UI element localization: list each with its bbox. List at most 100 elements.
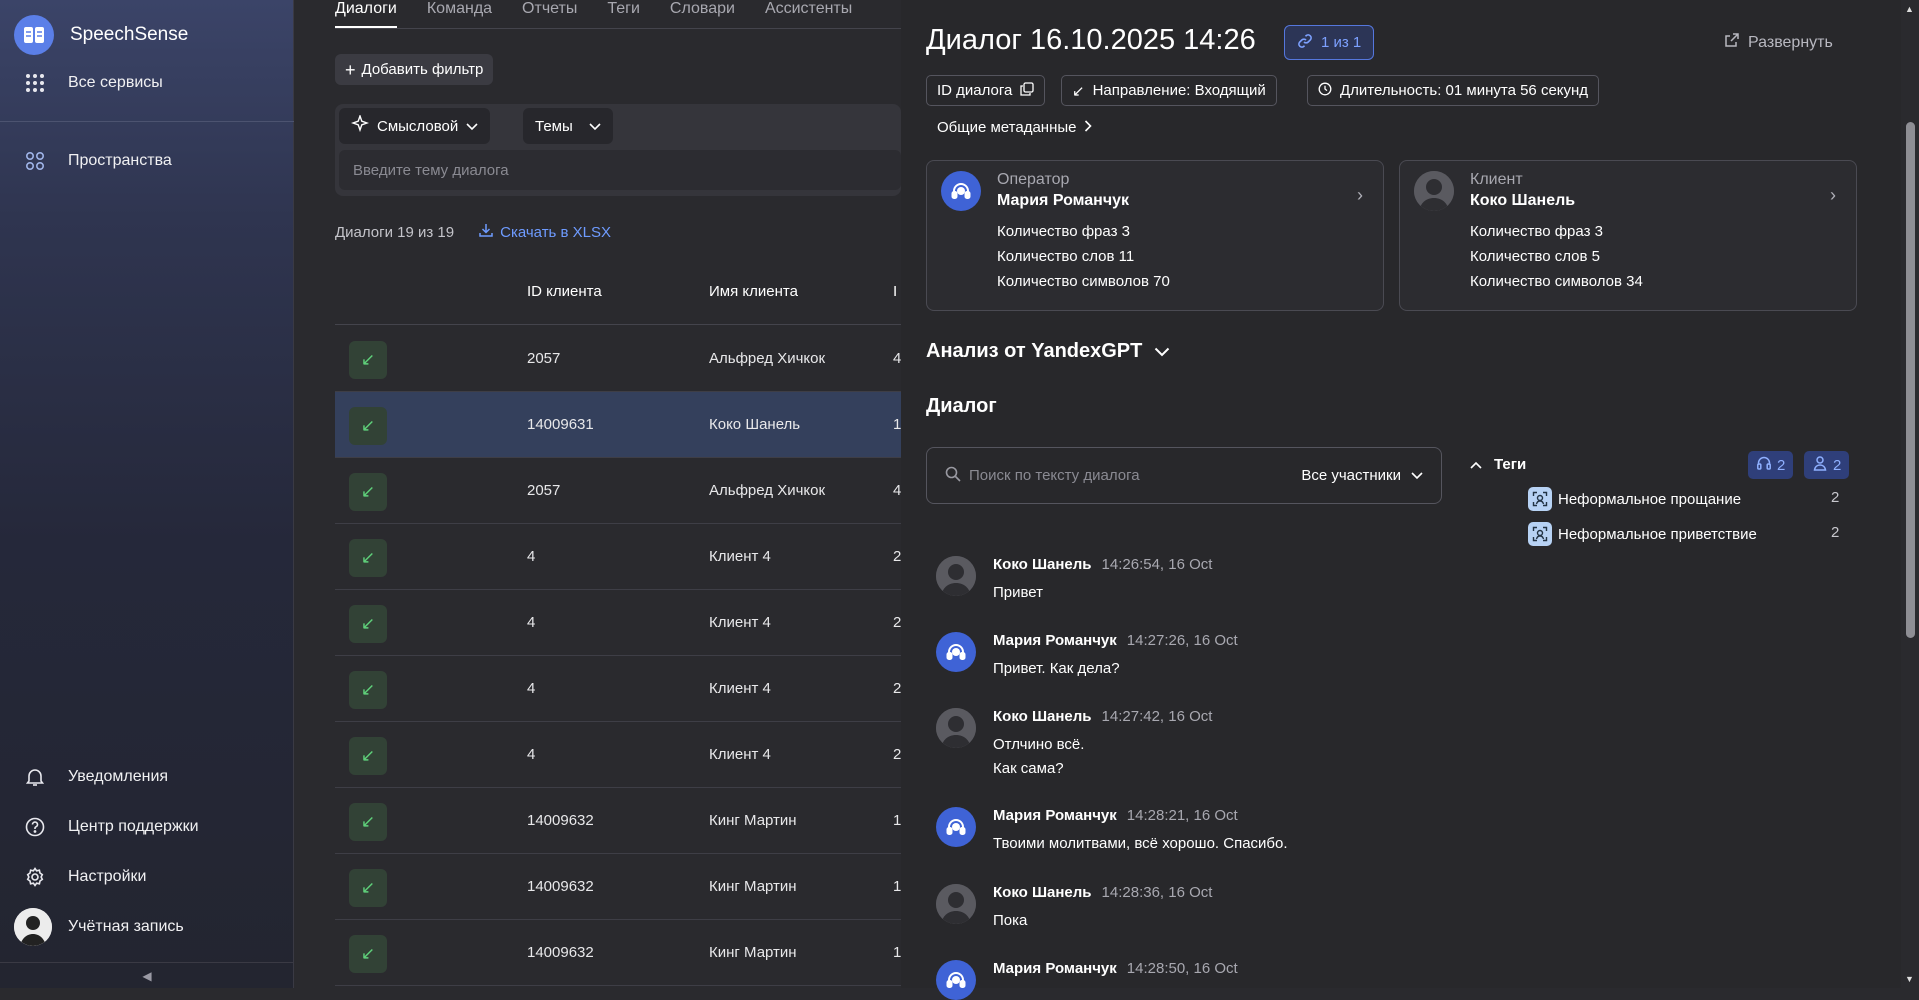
tag-item[interactable]: Неформальное прощание [1528, 487, 1741, 511]
app-name: SpeechSense [70, 24, 189, 45]
table-row[interactable]: ↙ 4 Клиент 42 [335, 590, 901, 656]
operator-tags-count[interactable]: 2 [1748, 451, 1794, 479]
sidebar-collapse-button[interactable]: ◀ [0, 962, 294, 988]
message-time: 14:26:54, 16 Oct [1101, 556, 1213, 573]
message-text: Пока [993, 912, 1028, 929]
tab-dialogs[interactable]: Диалоги [335, 0, 397, 28]
sidebar-item-account[interactable]: Учётная запись [14, 908, 184, 946]
table-row[interactable]: ↙ 14009631 Коко Шанель 1 [335, 392, 901, 458]
table-row[interactable]: ↙ 14009632 Кинг Мартин 1 [335, 788, 901, 854]
link-badge-label: 1 из 1 [1321, 34, 1362, 51]
cell-client-name: Кинг Мартин [709, 944, 797, 961]
scroll-down-icon[interactable]: ▼ [1905, 974, 1914, 984]
client-tags-count[interactable]: 2 [1804, 451, 1850, 479]
topic-search-input[interactable]: Введите тему диалога [339, 150, 901, 190]
cell-client-id: 14009631 [527, 416, 594, 433]
sidebar-item-support[interactable]: Центр поддержки [24, 816, 199, 838]
incoming-call-icon: ↙ [349, 605, 387, 643]
message-author: Коко Шанель 14:26:54, 16 Oct [993, 556, 1212, 573]
cell-client-name: Коко Шанель [709, 416, 801, 433]
table-row[interactable]: ↙ 4 Клиент 42 [335, 656, 901, 722]
cell-client-id: 2057 [527, 482, 561, 499]
sidebar-item-spaces[interactable]: Пространства [24, 150, 172, 172]
cell-client-name: Кинг Мартин [709, 812, 797, 829]
account-avatar [14, 908, 52, 946]
cell-client-name: Альфред Хичкок [709, 482, 826, 499]
message-time: 14:27:42, 16 Oct [1101, 708, 1213, 725]
message-text: Привет [993, 584, 1044, 601]
duration-chip: Длительность: 01 минута 56 секунд [1307, 75, 1600, 106]
table-row[interactable]: ↙ 4 Клиент 42 [335, 524, 901, 590]
tab-dictionaries[interactable]: Словари [670, 0, 735, 28]
participants-label: Все участники [1301, 467, 1401, 484]
dialog-link-badge[interactable]: 1 из 1 [1284, 25, 1375, 60]
participants-select[interactable]: Все участники [1301, 467, 1423, 484]
plus-icon: + [345, 59, 356, 80]
client-phrases: Количество фраз 3 [1470, 223, 1603, 240]
cell-client-name: Клиент 4 [709, 548, 771, 565]
dialog-id-chip[interactable]: ID диалога [926, 75, 1046, 106]
yandexgpt-analysis-toggle[interactable]: Анализ от YandexGPT [926, 340, 1170, 363]
incoming-call-icon: ↙ [349, 407, 387, 445]
spaces-icon [24, 150, 46, 172]
dialog-heading: Диалог [926, 395, 997, 417]
incoming-call-icon: ↙ [349, 473, 387, 511]
dialog-text-search[interactable]: Поиск по тексту диалога Все участники [926, 447, 1442, 504]
client-tags-count-value: 2 [1833, 456, 1842, 474]
top-tabs: Диалоги Команда Отчеты Теги Словари Асси… [335, 0, 852, 28]
sidebar-item-settings[interactable]: Настройки [24, 866, 146, 888]
sidebar-item-all-services[interactable]: Все сервисы [24, 72, 163, 94]
tab-tags[interactable]: Теги [607, 0, 640, 28]
topics-select[interactable]: Темы [523, 108, 613, 144]
column-client-name[interactable]: Имя клиента [709, 283, 798, 300]
tag-item[interactable]: Неформальное приветствие [1528, 522, 1757, 546]
dialogs-list-area: Диалоги Команда Отчеты Теги Словари Асси… [295, 0, 901, 988]
person-icon [1812, 455, 1828, 475]
incoming-call-icon: ↙ [349, 803, 387, 841]
tags-toggle[interactable]: Теги [1470, 456, 1526, 473]
chevron-down-icon [1154, 340, 1170, 363]
table-row[interactable]: ↙ 2057 Альфред Хичкок 4 [335, 458, 901, 524]
sidebar-item-label: Учётная запись [68, 918, 184, 935]
analysis-heading: Анализ от YandexGPT [926, 340, 1143, 362]
table-row[interactable]: ↙ 14009632 Кинг Мартин 1 [335, 920, 901, 986]
client-avatar [936, 708, 976, 748]
general-metadata-link[interactable]: Общие метаданные [937, 119, 1093, 136]
expand-button[interactable]: Развернуть [1724, 32, 1833, 53]
tab-team[interactable]: Команда [427, 0, 492, 28]
table-row[interactable]: ↙ 4 Клиент 42 [335, 722, 901, 788]
cell-client-id: 14009632 [527, 878, 594, 895]
cell-client-name: Клиент 4 [709, 680, 771, 697]
download-xlsx-link[interactable]: Скачать в XLSX [478, 222, 611, 242]
download-label: Скачать в XLSX [500, 223, 612, 241]
column-truncated[interactable]: I [893, 283, 897, 300]
app-logo-row[interactable]: SpeechSense [14, 15, 188, 55]
topics-label: Темы [535, 117, 573, 135]
direction-chip: ↙ Направление: Входящий [1061, 75, 1277, 106]
panel-scrollbar[interactable]: ▲ ▼ [1901, 0, 1919, 988]
sidebar: SpeechSense Все сервисы Пространства Уве… [0, 0, 294, 988]
message-author-name: Коко Шанель [993, 708, 1092, 725]
column-client-id[interactable]: ID клиента [527, 283, 602, 300]
tab-reports[interactable]: Отчеты [522, 0, 577, 28]
sidebar-item-notifications[interactable]: Уведомления [24, 766, 168, 788]
message-author: Коко Шанель 14:27:42, 16 Oct [993, 708, 1212, 725]
table-row[interactable]: ↙ 2057 Альфред Хичкок 4 [335, 326, 901, 392]
scroll-up-icon[interactable]: ▲ [1905, 4, 1914, 14]
clock-icon [1318, 82, 1332, 100]
cell-client-id: 4 [527, 548, 536, 565]
message-author-name: Мария Романчук [993, 632, 1117, 649]
table-row[interactable]: ↙ 14009632 Кинг Мартин 1 [335, 854, 901, 920]
search-mode-select[interactable]: Смысловой [339, 108, 491, 144]
operator-avatar-icon [936, 632, 976, 672]
metadata-label: Общие метаданные [937, 119, 1077, 136]
chevron-down-icon [1411, 467, 1423, 484]
copy-icon[interactable] [1020, 81, 1035, 100]
operator-card[interactable]: Оператор Мария Романчук › Количество фра… [926, 160, 1384, 311]
tab-assistants[interactable]: Ассистенты [765, 0, 852, 28]
add-filter-button[interactable]: + Добавить фильтр [335, 54, 494, 85]
tabs-divider [335, 28, 901, 29]
scrollbar-thumb[interactable] [1906, 122, 1915, 638]
cell-client-id: 14009632 [527, 812, 594, 829]
client-card[interactable]: Клиент Коко Шанель › Количество фраз 3 К… [1399, 160, 1857, 311]
